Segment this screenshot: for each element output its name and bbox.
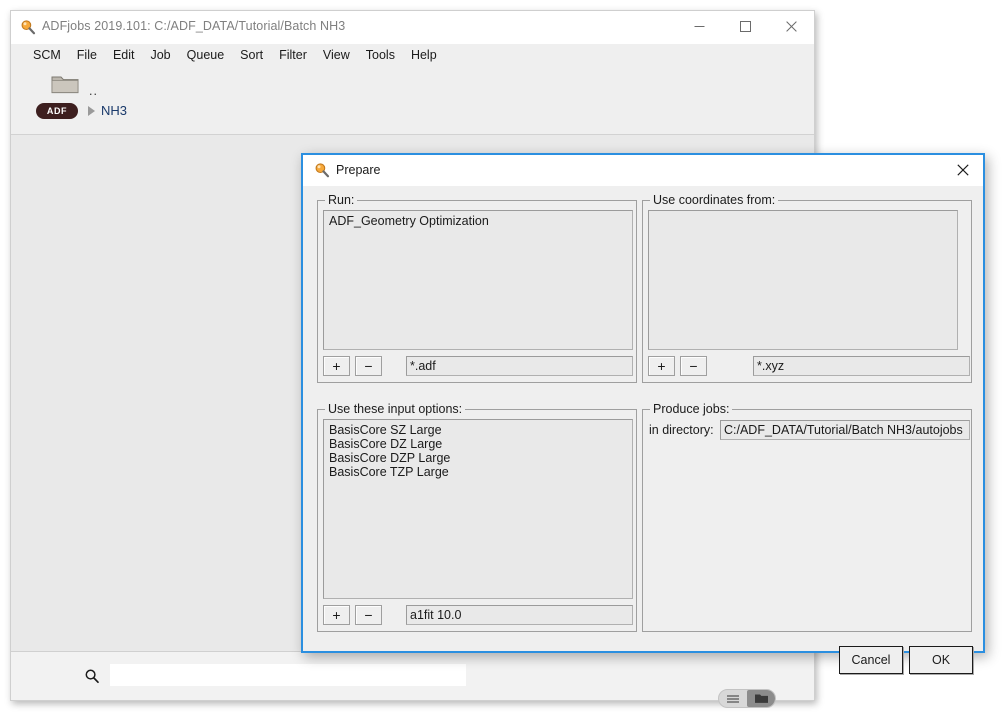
input-options-group: Use these input options: BasisCore SZ La…: [317, 409, 637, 632]
menu-item-tools[interactable]: Tools: [358, 46, 403, 64]
list-item[interactable]: BasisCore TZP Large: [327, 465, 632, 479]
input-options-group-title: Use these input options:: [325, 402, 465, 416]
magnifier-icon: [20, 19, 36, 35]
dialog-body: Run: ADF_Geometry Optimization + − Use c…: [303, 186, 983, 651]
run-group: Run: ADF_Geometry Optimization + −: [317, 200, 637, 383]
menu-item-sort[interactable]: Sort: [232, 46, 271, 64]
prepare-dialog: Prepare Run: ADF_Geometry Optimization +…: [301, 153, 985, 653]
dialog-title: Prepare: [336, 163, 380, 177]
search-input[interactable]: [109, 663, 467, 687]
menu-item-file[interactable]: File: [69, 46, 105, 64]
cancel-button[interactable]: Cancel: [839, 646, 903, 674]
coordinates-filter-input[interactable]: [753, 356, 970, 376]
breadcrumb: .. ADF NH3: [11, 66, 814, 134]
list-item[interactable]: BasisCore DZ Large: [327, 437, 632, 451]
menu-item-view[interactable]: View: [315, 46, 358, 64]
run-filter-input[interactable]: [406, 356, 633, 376]
directory-label: in directory:: [649, 423, 714, 437]
maximize-icon[interactable]: [722, 11, 768, 41]
coordinates-group: Use coordinates from: + −: [642, 200, 972, 383]
main-titlebar: ADFjobs 2019.101: C:/ADF_DATA/Tutorial/B…: [11, 11, 814, 44]
magnifier-icon: [314, 162, 330, 178]
menu-item-scm[interactable]: SCM: [25, 46, 69, 64]
input-options-value-input[interactable]: [406, 605, 633, 625]
main-window-title: ADFjobs 2019.101: C:/ADF_DATA/Tutorial/B…: [42, 19, 345, 33]
adf-badge: ADF: [36, 103, 78, 119]
triangle-right-icon[interactable]: [88, 106, 95, 116]
list-view-icon[interactable]: [719, 690, 747, 707]
breadcrumb-label-nh3[interactable]: NH3: [101, 103, 127, 118]
menu-item-job[interactable]: Job: [142, 46, 178, 64]
produce-jobs-group: Produce jobs: in directory:: [642, 409, 972, 632]
menu-item-filter[interactable]: Filter: [271, 46, 315, 64]
produce-jobs-group-title: Produce jobs:: [650, 402, 732, 416]
directory-input[interactable]: [720, 420, 970, 440]
run-listbox[interactable]: ADF_Geometry Optimization: [323, 210, 633, 350]
run-add-button[interactable]: +: [323, 356, 350, 376]
close-icon[interactable]: [951, 159, 975, 181]
input-options-add-button[interactable]: +: [323, 605, 350, 625]
ok-button[interactable]: OK: [909, 646, 973, 674]
list-item[interactable]: BasisCore DZP Large: [327, 451, 632, 465]
list-item[interactable]: BasisCore SZ Large: [327, 423, 632, 437]
list-item[interactable]: ADF_Geometry Optimization: [327, 214, 632, 228]
menu-item-help[interactable]: Help: [403, 46, 445, 64]
minimize-icon[interactable]: [676, 11, 722, 41]
run-group-title: Run:: [325, 193, 357, 207]
run-remove-button[interactable]: −: [355, 356, 382, 376]
dialog-titlebar: Prepare: [303, 155, 983, 186]
parent-directory-label[interactable]: ..: [89, 84, 98, 98]
coordinates-add-button[interactable]: +: [648, 356, 675, 376]
menu-item-edit[interactable]: Edit: [105, 46, 143, 64]
coordinates-remove-button[interactable]: −: [680, 356, 707, 376]
close-icon[interactable]: [768, 11, 814, 41]
view-mode-toggle[interactable]: [718, 689, 776, 708]
folder-view-icon[interactable]: [747, 690, 775, 707]
menu-item-queue[interactable]: Queue: [179, 46, 233, 64]
bottom-bar: [11, 651, 814, 700]
input-options-remove-button[interactable]: −: [355, 605, 382, 625]
coordinates-listbox[interactable]: [648, 210, 958, 350]
folder-icon[interactable]: [50, 72, 80, 96]
search-icon: [81, 666, 103, 686]
coordinates-group-title: Use coordinates from:: [650, 193, 778, 207]
input-options-listbox[interactable]: BasisCore SZ Large BasisCore DZ Large Ba…: [323, 419, 633, 599]
menu-bar: SCM File Edit Job Queue Sort Filter View…: [11, 44, 814, 66]
